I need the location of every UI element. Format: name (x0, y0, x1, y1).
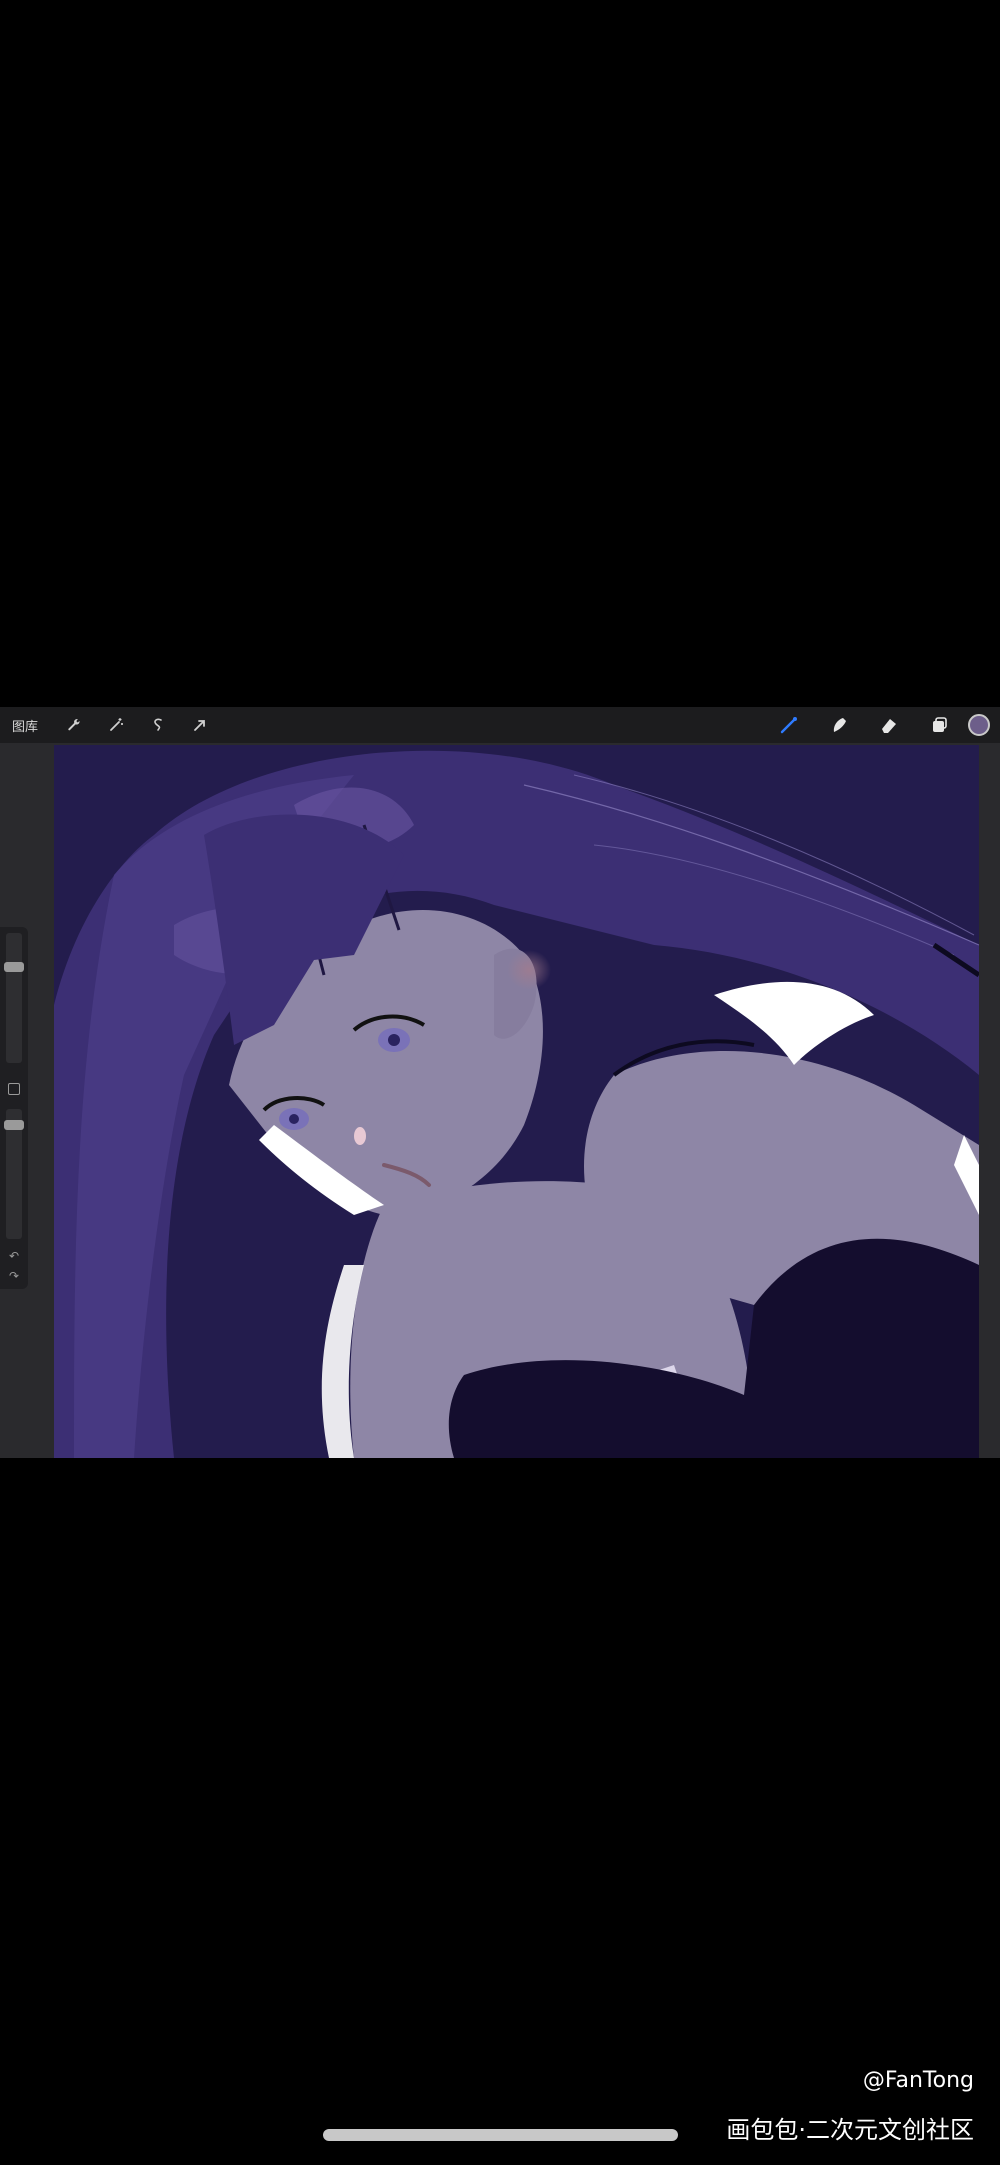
redo-icon[interactable]: ↷ (6, 1269, 22, 1283)
gallery-button[interactable]: 图库 (12, 716, 38, 735)
artwork-illustration (54, 745, 979, 1458)
smudge-icon[interactable] (818, 707, 860, 743)
watermark-author: @FanTong (862, 2068, 974, 2093)
watermark-site: 画包包·二次元文创社区 (726, 2116, 974, 2144)
undo-icon[interactable]: ↶ (6, 1249, 22, 1263)
left-sidebar: ↶ ↷ (0, 927, 28, 1289)
color-picker[interactable] (968, 714, 990, 736)
top-toolbar: 图库 (0, 707, 1000, 743)
wrench-icon[interactable] (56, 707, 92, 743)
layers-icon[interactable] (918, 707, 960, 743)
right-toolset (768, 707, 1000, 743)
eraser-icon[interactable] (868, 707, 910, 743)
home-indicator[interactable] (323, 2129, 678, 2141)
drawing-canvas[interactable] (54, 745, 979, 1458)
selection-icon[interactable] (140, 707, 176, 743)
procreate-app: 图库 ↶ ↷ (0, 707, 1000, 1458)
brush-size-slider[interactable] (6, 933, 22, 1063)
modify-button[interactable] (8, 1083, 20, 1095)
transform-icon[interactable] (182, 707, 218, 743)
opacity-thumb[interactable] (4, 1120, 24, 1130)
magic-wand-icon[interactable] (98, 707, 134, 743)
brush-size-thumb[interactable] (4, 962, 24, 972)
brush-icon[interactable] (768, 707, 810, 743)
